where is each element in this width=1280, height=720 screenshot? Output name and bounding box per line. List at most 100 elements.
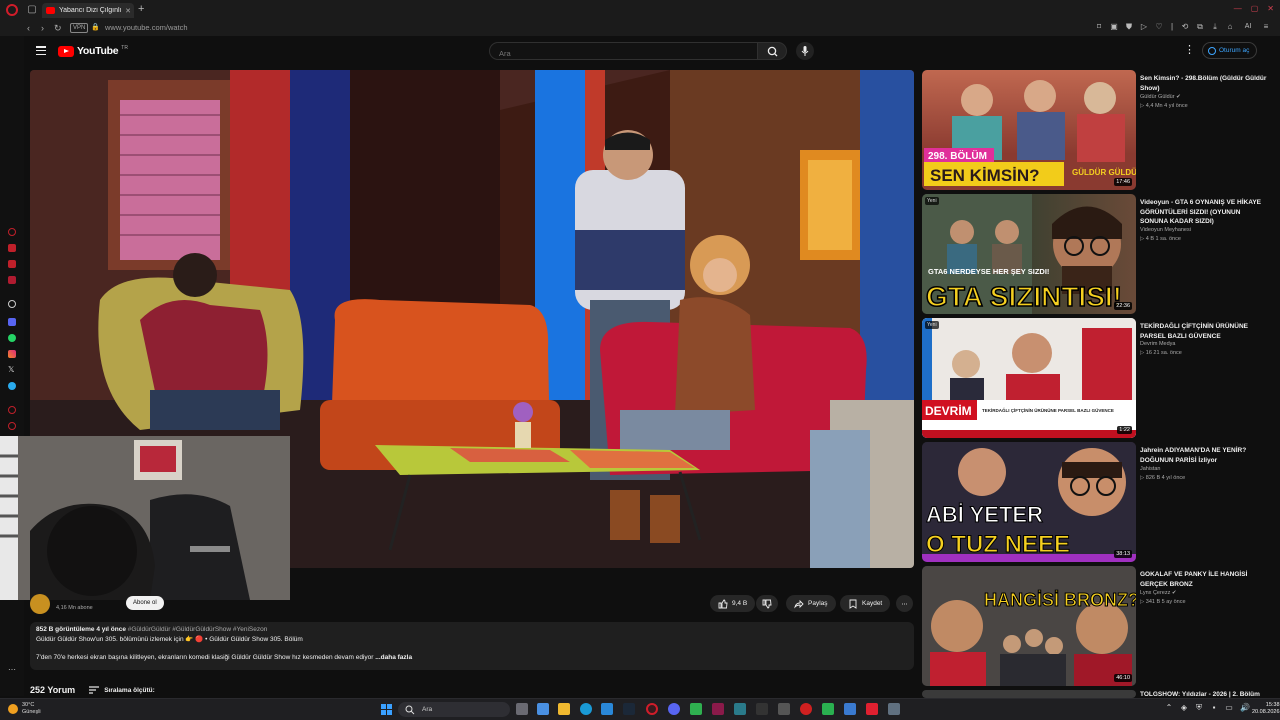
- app-icon-8[interactable]: [888, 703, 900, 715]
- excel-icon[interactable]: [690, 703, 702, 715]
- media-player-icon[interactable]: [822, 703, 834, 715]
- save-button[interactable]: Kaydet: [840, 595, 891, 612]
- browser-tab-active[interactable]: Yabancı Dizi Çılgınlığı ✕: [42, 3, 134, 18]
- task-view-icon[interactable]: [516, 703, 528, 715]
- security-icon[interactable]: ⛨: [1195, 704, 1203, 712]
- recommendation-item[interactable]: ABİ YETER O TUZ NEEE 38:13 Jahrein ADIYA…: [922, 442, 1270, 562]
- app-icon-1[interactable]: [712, 703, 724, 715]
- extensions-icon[interactable]: ⧉: [1196, 23, 1204, 31]
- subscribe-button[interactable]: Abone ol: [126, 596, 164, 610]
- search-button[interactable]: [757, 42, 787, 60]
- hamburger-menu-icon[interactable]: [36, 46, 46, 56]
- aria-icon[interactable]: [8, 228, 16, 236]
- search-input[interactable]: [490, 45, 757, 62]
- video-thumbnail[interactable]: GTA6 NERDEYSE HER ŞEY SIZDI! GTA SIZINTI…: [922, 194, 1136, 314]
- opera-menu-icon[interactable]: [6, 4, 18, 16]
- reload-icon[interactable]: ↻: [54, 23, 62, 34]
- like-button[interactable]: 9,4 B: [710, 595, 756, 612]
- widgets-icon[interactable]: [537, 703, 549, 715]
- app-icon-4[interactable]: [778, 703, 790, 715]
- show-hidden-icons[interactable]: ⌃: [1165, 704, 1173, 712]
- channel-name[interactable]: Lynx Çerezz ✔: [1140, 590, 1177, 596]
- download-icon[interactable]: ⤓: [1211, 23, 1219, 31]
- volume-icon[interactable]: 🔊: [1240, 704, 1250, 712]
- heart-icon[interactable]: ♡: [1155, 23, 1163, 31]
- player-icon[interactable]: ▷: [1140, 23, 1148, 31]
- video-title[interactable]: TEKİRDAĞLI ÇİFTÇİNİN ÜRÜNÜNE PARSEL BAZL…: [1140, 322, 1268, 341]
- dislike-button[interactable]: [756, 595, 778, 612]
- recommendation-item[interactable]: 298. BÖLÜM SEN KİMSİN? GÜLDÜR GÜLDÜR 17:…: [922, 70, 1270, 190]
- more-sidebar-icon[interactable]: ⋯: [8, 666, 16, 674]
- clock[interactable]: 15:38 20.08.2026: [1252, 702, 1280, 716]
- aria-ai-icon[interactable]: AI: [1241, 23, 1255, 31]
- back-icon[interactable]: ‹: [27, 23, 30, 33]
- network-icon[interactable]: ◈: [1180, 704, 1188, 712]
- minimize-icon[interactable]: —: [1234, 4, 1242, 13]
- video-title[interactable]: Sen Kimsin? - 298.Bölüm (Güldür Güldür S…: [1140, 74, 1268, 93]
- snapshot-icon[interactable]: ▣: [1110, 23, 1118, 31]
- channel-name[interactable]: Videoyun Meyhanesi: [1140, 227, 1191, 233]
- edge-icon[interactable]: [580, 703, 592, 715]
- display-icon[interactable]: ▭: [1225, 704, 1233, 712]
- settings-more-icon[interactable]: ⋮: [1184, 43, 1195, 56]
- video-thumbnail[interactable]: 298. BÖLÜM SEN KİMSİN? GÜLDÜR GÜLDÜR 17:…: [922, 70, 1136, 190]
- lock-icon[interactable]: 🔒: [91, 23, 100, 31]
- url-field[interactable]: www.youtube.com/watch: [105, 23, 188, 32]
- chatgpt-icon[interactable]: [8, 300, 16, 308]
- video-thumbnail[interactable]: HANGİSİ BRONZ? 46:10: [922, 566, 1136, 686]
- app-icon-5[interactable]: [800, 703, 812, 715]
- video-title[interactable]: Jahrein ADIYAMAN'DA NE YENİR? DOĞUNUN PA…: [1140, 446, 1268, 465]
- description-box[interactable]: 852 B görüntüleme 4 yıl önce #GüldürGüld…: [30, 622, 914, 670]
- app-icon-3[interactable]: [756, 703, 768, 715]
- video-title[interactable]: Videoyun - GTA 6 OYNANIŞ VE HİKAYE GÖRÜN…: [1140, 198, 1268, 227]
- close-window-icon[interactable]: ✕: [1267, 4, 1274, 13]
- share-icon[interactable]: ⌂: [1226, 23, 1234, 31]
- video-thumbnail[interactable]: [922, 690, 1136, 698]
- vpn-badge[interactable]: VPN: [70, 23, 89, 33]
- sort-comments-button[interactable]: Sıralama ölçütü:: [89, 686, 155, 694]
- workspaces-icon[interactable]: ▢: [27, 5, 37, 15]
- maximize-icon[interactable]: ▢: [1251, 4, 1259, 13]
- forward-icon[interactable]: ›: [41, 23, 44, 33]
- bookmarks-sidebar-icon[interactable]: [8, 244, 16, 252]
- whatsapp-icon[interactable]: [8, 334, 16, 342]
- downloads-sidebar-icon[interactable]: [8, 276, 16, 284]
- app-icon-2[interactable]: [734, 703, 746, 715]
- start-button[interactable]: [381, 704, 392, 715]
- video-thumbnail[interactable]: ABİ YETER O TUZ NEEE 38:13: [922, 442, 1136, 562]
- recommendation-item[interactable]: GTA6 NERDEYSE HER ŞEY SIZDI! GTA SIZINTI…: [922, 194, 1270, 314]
- recommendation-item[interactable]: TOLGSHOW: Yıldızlar - 2026 | 2. Bölüm: [922, 690, 1270, 698]
- channel-name[interactable]: Devrim Medya: [1140, 341, 1175, 347]
- hashtags[interactable]: #GüldürGüldür #GüldürGüldürShow #YeniSez…: [128, 626, 268, 633]
- weather-widget[interactable]: 30°C Güneşli: [8, 702, 41, 716]
- more-actions-button[interactable]: ⋯: [896, 595, 913, 612]
- opera-taskbar-icon[interactable]: [646, 703, 658, 715]
- bookmark-icon[interactable]: ⌑: [1095, 23, 1103, 31]
- discord-icon[interactable]: [8, 318, 16, 326]
- store-icon[interactable]: [601, 703, 613, 715]
- clock-sidebar-icon[interactable]: [8, 406, 16, 414]
- discord-taskbar-icon[interactable]: [668, 703, 680, 715]
- tab-close-icon[interactable]: ✕: [125, 7, 131, 15]
- history-sidebar-icon[interactable]: [8, 260, 16, 268]
- recommendation-item[interactable]: DEVRİM TEKİRDAĞLI ÇİFTÇİNİN ÜRÜNÜNE PARS…: [922, 318, 1270, 438]
- instagram-icon[interactable]: [8, 350, 16, 358]
- channel-name[interactable]: Jahistan: [1140, 466, 1161, 472]
- taskbar-search[interactable]: Ara: [398, 702, 510, 717]
- sign-in-button[interactable]: Oturum aç: [1202, 42, 1258, 59]
- app-icon-6[interactable]: [844, 703, 856, 715]
- share-button[interactable]: Paylaş: [786, 595, 836, 612]
- video-thumbnail[interactable]: DEVRİM TEKİRDAĞLI ÇİFTÇİNİN ÜRÜNÜNE PARS…: [922, 318, 1136, 438]
- app-tray-icon[interactable]: ▪: [1210, 704, 1218, 712]
- channel-avatar[interactable]: [30, 594, 50, 614]
- show-more-link[interactable]: ...daha fazla: [375, 654, 412, 661]
- adblock-icon[interactable]: ⛊: [1125, 23, 1133, 31]
- steam-icon[interactable]: [623, 703, 635, 715]
- x-twitter-icon[interactable]: 𝕏: [8, 366, 16, 374]
- new-tab-button[interactable]: +: [138, 3, 144, 15]
- youtube-logo[interactable]: YouTube TR: [58, 45, 128, 57]
- recommendation-item[interactable]: HANGİSİ BRONZ? 46:10 GOKALAF VE PANKY İL…: [922, 566, 1270, 686]
- voice-search-button[interactable]: [796, 42, 814, 60]
- app-icon-7[interactable]: [866, 703, 878, 715]
- sync-icon[interactable]: ⟲: [1181, 23, 1189, 31]
